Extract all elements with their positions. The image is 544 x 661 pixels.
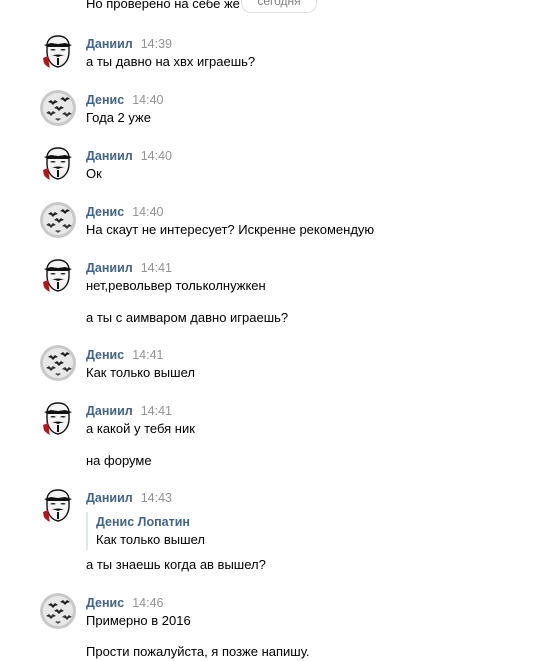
avatar[interactable] [40, 258, 76, 294]
bats-moon-icon [40, 593, 76, 629]
message-time[interactable]: 14:39 [141, 36, 172, 52]
author-name[interactable]: Даниил [86, 490, 133, 506]
avatar[interactable] [40, 90, 76, 126]
message-header: Даниил 14:40 [86, 148, 172, 164]
avatar[interactable] [40, 401, 76, 437]
quoted-author[interactable]: Денис Лопатин [96, 514, 190, 530]
quote-bar [86, 512, 88, 550]
message-text: а ты знаешь когда ав вышел? [86, 557, 266, 572]
message-header: Даниил 14:39 [86, 36, 172, 52]
message-time[interactable]: 14:40 [141, 148, 172, 164]
message-time[interactable]: 14:40 [132, 204, 163, 220]
message-text: а ты с аимваром давно играешь? [86, 310, 289, 325]
author-name[interactable]: Денис [86, 204, 124, 220]
author-name[interactable]: Денис [86, 92, 124, 108]
message-text: нет,револьвер тольколнужкен [86, 278, 266, 293]
bats-moon-icon [40, 202, 76, 238]
message-time[interactable]: 14:40 [132, 92, 163, 108]
message-time[interactable]: 14:41 [141, 403, 172, 419]
message-text: Года 2 уже [86, 110, 151, 125]
bats-moon-icon [40, 90, 76, 126]
message-text: а какой у тебя ник [86, 421, 195, 436]
message-text: Как только вышел [86, 365, 195, 380]
message-header: Денис 14:46 [86, 595, 163, 611]
avatar[interactable] [40, 146, 76, 182]
message-text: а ты давно на хвх играешь? [86, 54, 256, 69]
message-header: Денис 14:40 [86, 204, 163, 220]
message-text: на форуме [86, 453, 152, 468]
message-text: Прости пожалуйста, я позже напишу. [86, 644, 310, 659]
guy-fawkes-mask-icon [40, 258, 76, 294]
message-time[interactable]: 14:41 [132, 347, 163, 363]
bats-moon-icon [40, 345, 76, 381]
author-name[interactable]: Даниил [86, 36, 133, 52]
guy-fawkes-mask-icon [40, 34, 76, 70]
message-header: Даниил 14:41 [86, 403, 172, 419]
author-name[interactable]: Даниил [86, 148, 133, 164]
author-name[interactable]: Даниил [86, 403, 133, 419]
message-header: Даниил 14:41 [86, 260, 172, 276]
avatar[interactable] [40, 202, 76, 238]
author-name[interactable]: Денис [86, 347, 124, 363]
message-text: Ок [86, 166, 102, 181]
message-header: Денис 14:40 [86, 92, 163, 108]
author-name[interactable]: Денис [86, 595, 124, 611]
message-header: Денис 14:41 [86, 347, 163, 363]
message-header: Даниил 14:43 [86, 490, 172, 506]
guy-fawkes-mask-icon [40, 488, 76, 524]
message-time[interactable]: 14:46 [132, 595, 163, 611]
guy-fawkes-mask-icon [40, 146, 76, 182]
avatar[interactable] [40, 345, 76, 381]
message-text: На скаут не интересует? Искренне рекомен… [86, 222, 375, 237]
avatar[interactable] [40, 593, 76, 629]
avatar[interactable] [40, 34, 76, 70]
message-time[interactable]: 14:43 [141, 490, 172, 506]
author-name[interactable]: Даниил [86, 260, 133, 276]
quoted-text: Как только вышел [96, 532, 205, 547]
guy-fawkes-mask-icon [40, 401, 76, 437]
message-text: Примерно в 2016 [86, 613, 191, 628]
message-text: Но проверено на себе же [86, 0, 240, 11]
date-separator: сегодня [241, 0, 317, 13]
message-time[interactable]: 14:41 [141, 260, 172, 276]
avatar[interactable] [40, 488, 76, 524]
